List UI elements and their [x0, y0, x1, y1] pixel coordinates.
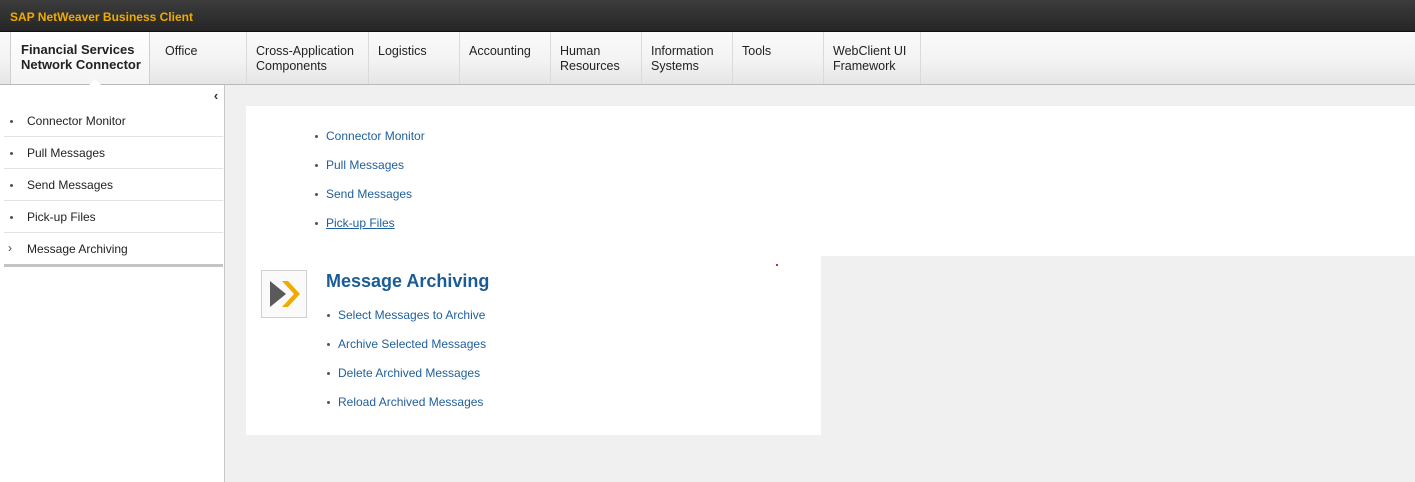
red-marker [776, 264, 778, 266]
sidebar-list: Connector Monitor Pull Messages Send Mes… [0, 105, 223, 265]
sidebar-item-pull-messages[interactable]: Pull Messages [4, 137, 223, 169]
top-navigation: Financial Services Network Connector Off… [0, 32, 1415, 85]
sidebar-item-label: Message Archiving [27, 242, 128, 256]
bullet-icon [327, 314, 330, 317]
nav-tab-label-line1: Office [165, 44, 198, 58]
nav-tab-label-line2: Framework [833, 59, 896, 73]
app-title: SAP NetWeaver Business Client [10, 10, 193, 24]
nav-tab-information-systems[interactable]: Information Systems [642, 32, 733, 84]
link-send-messages[interactable]: Send Messages [315, 187, 413, 201]
link-label: Connector Monitor [326, 129, 425, 143]
play-forward-icon [261, 270, 307, 318]
bullet-icon [327, 372, 330, 375]
nav-tab-label-line1: Logistics [378, 44, 427, 58]
link-archive-selected[interactable]: Archive Selected Messages [327, 337, 487, 351]
link-pick-up-files[interactable]: Pick-up Files [315, 216, 395, 230]
bullet-icon [315, 164, 318, 167]
bullet-icon [327, 343, 330, 346]
link-pull-messages[interactable]: Pull Messages [315, 158, 405, 172]
bullet-icon [10, 120, 13, 123]
bullet-icon [10, 152, 13, 155]
link-label: Pick-up Files [326, 216, 395, 230]
link-label: Pull Messages [326, 158, 405, 172]
nav-tab-accounting[interactable]: Accounting [460, 32, 551, 84]
link-label: Select Messages to Archive [338, 308, 486, 322]
sidebar-item-label: Pick-up Files [27, 210, 96, 224]
title-bar: SAP NetWeaver Business Client [0, 0, 1415, 32]
link-label: Send Messages [326, 187, 413, 201]
sidebar-item-send-messages[interactable]: Send Messages [4, 169, 223, 201]
link-label: Archive Selected Messages [338, 337, 487, 351]
link-connector-monitor[interactable]: Connector Monitor [315, 129, 425, 143]
nav-tab-logistics[interactable]: Logistics [369, 32, 460, 84]
link-select-messages[interactable]: Select Messages to Archive [327, 308, 486, 322]
bullet-icon [315, 222, 318, 225]
nav-tab-tools[interactable]: Tools [733, 32, 824, 84]
bullet-icon [327, 401, 330, 404]
nav-tab-label-line1: Accounting [469, 44, 531, 58]
nav-tab-label-line2: Resources [560, 59, 620, 73]
nav-tab-label-line2: Network Connector [21, 57, 141, 72]
bullet-icon [10, 184, 13, 187]
nav-tab-label-line1: WebClient UI [833, 44, 907, 58]
link-label: Reload Archived Messages [338, 395, 484, 409]
bullet-icon [315, 135, 318, 138]
chevron-left-icon[interactable]: ‹ [208, 88, 224, 104]
nav-tab-label-line1: Tools [742, 44, 772, 58]
play-forward-icon-graphic [270, 281, 300, 307]
chevron-right-icon: › [8, 241, 12, 255]
link-label: Delete Archived Messages [338, 366, 481, 380]
sidebar-item-label: Pull Messages [27, 146, 106, 160]
sidebar: ‹ Connector Monitor Pull Messages Send M… [0, 85, 225, 482]
nav-tab-label-line1: Information [651, 44, 714, 58]
bullet-icon [315, 193, 318, 196]
nav-tab-financial-services[interactable]: Financial Services Network Connector [10, 32, 150, 85]
sidebar-item-connector-monitor[interactable]: Connector Monitor [4, 105, 223, 137]
nav-tab-label-line2: Components [256, 59, 327, 73]
sidebar-item-message-archiving[interactable]: › Message Archiving [4, 233, 223, 265]
nav-tab-label-line2: Systems [651, 59, 699, 73]
section-title: Message Archiving [326, 271, 490, 291]
nav-tab-office[interactable]: Office [156, 32, 247, 84]
sidebar-item-pick-up-files[interactable]: Pick-up Files [4, 201, 223, 233]
sidebar-divider [4, 264, 223, 267]
bullet-icon [10, 216, 13, 219]
nav-tab-label-line1: Human [560, 44, 601, 58]
nav-tab-cross-application[interactable]: Cross-Application Components [247, 32, 369, 84]
nav-tab-human-resources[interactable]: Human Resources [551, 32, 642, 84]
sidebar-item-label: Connector Monitor [27, 114, 126, 128]
nav-tab-webclient-ui[interactable]: WebClient UI Framework [824, 32, 921, 84]
nav-tab-label-line1: Financial Services [21, 42, 135, 57]
nav-tab-label-line1: Cross-Application [256, 44, 354, 58]
sidebar-item-label: Send Messages [27, 178, 114, 192]
link-delete-archived[interactable]: Delete Archived Messages [327, 366, 481, 380]
link-reload-archived[interactable]: Reload Archived Messages [327, 395, 484, 409]
